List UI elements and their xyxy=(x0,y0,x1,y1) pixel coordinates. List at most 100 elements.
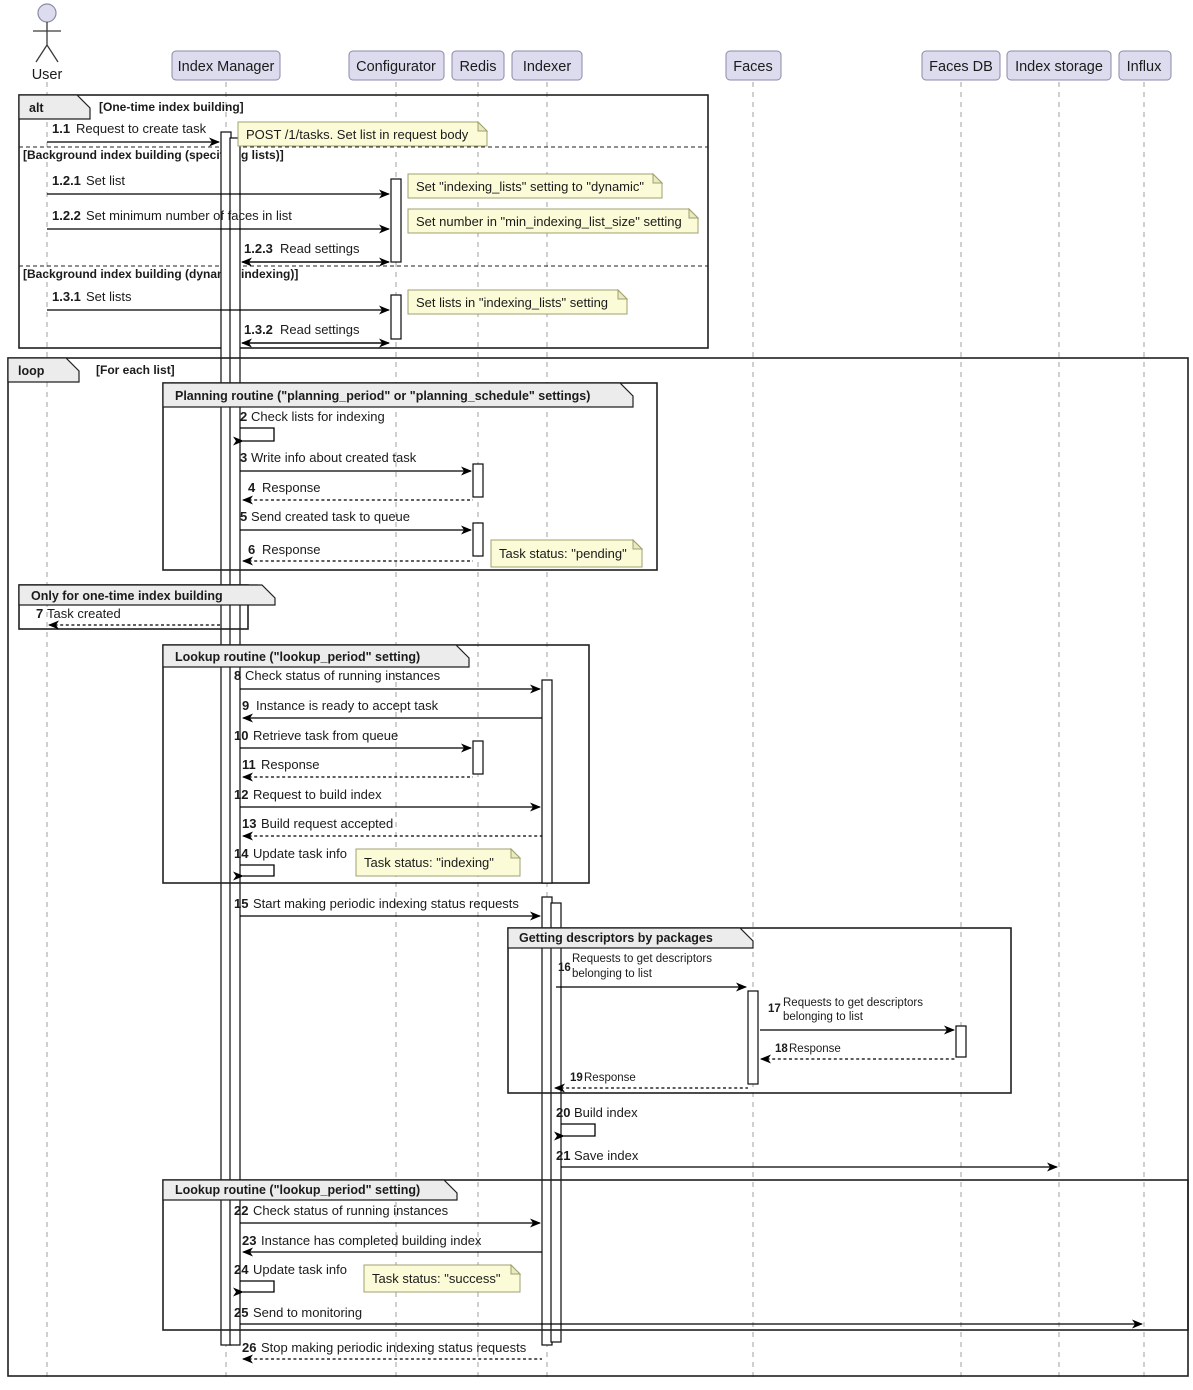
message-label: Requests to get descriptors xyxy=(783,997,923,1009)
activation-bars-indexer xyxy=(541,679,562,1346)
message-21: 21 Save index xyxy=(556,1148,1058,1172)
message-label: Read settings xyxy=(280,241,360,256)
note-text: POST /1/tasks. Set list in request body xyxy=(246,127,469,142)
message-label-line2: belonging to list xyxy=(572,968,653,980)
participant-configurator[interactable]: Configurator xyxy=(348,50,445,81)
note-text: Task status: "pending" xyxy=(499,546,627,561)
participant-faces-db[interactable]: Faces DB xyxy=(921,50,1001,81)
message-18: 18 Response xyxy=(760,1043,956,1064)
note-text: Set number in "min_indexing_list_size" s… xyxy=(416,214,682,229)
participant-influx[interactable]: Influx xyxy=(1118,50,1172,81)
message-number: 15 xyxy=(234,896,248,911)
participant-index-manager[interactable]: Index Manager xyxy=(171,50,281,81)
message-8: 8 Check status of running instances xyxy=(234,668,541,694)
message-15: 15 Start making periodic indexing status… xyxy=(234,896,541,921)
note-1: POST /1/tasks. Set list in request body xyxy=(237,120,489,147)
participant-label: Index storage xyxy=(1015,59,1103,75)
message-number: 1.2.3 xyxy=(244,241,273,256)
message-22: 22 Check status of running instances xyxy=(234,1203,541,1228)
message-number: 20 xyxy=(556,1105,570,1120)
message-1-3-2: 1.3.2 Read settings xyxy=(241,322,390,348)
message-number: 25 xyxy=(234,1305,248,1320)
message-5: 5 Send created task to queue xyxy=(240,509,472,535)
message-number: 24 xyxy=(234,1262,249,1277)
note-6: Task status: "indexing" xyxy=(355,847,522,877)
note-2: Set "indexing_lists" setting to "dynamic… xyxy=(407,172,664,199)
message-20: 20 Build index xyxy=(554,1105,638,1141)
participant-label: Redis xyxy=(459,59,496,75)
sequence-diagram-canvas: User Index Manager Configurator Redis In… xyxy=(0,0,1193,1390)
message-number: 1.1 xyxy=(52,121,70,136)
participant-label: Index Manager xyxy=(178,59,275,75)
message-number: 17 xyxy=(768,1003,781,1015)
note-text: Set lists in "indexing_lists" setting xyxy=(416,295,608,310)
message-1-2-3: 1.2.3 Read settings xyxy=(241,241,390,267)
message-label: Stop making periodic indexing status req… xyxy=(261,1340,527,1355)
message-number: 8 xyxy=(234,668,241,683)
message-label: Set minimum number of faces in list xyxy=(86,208,292,223)
participant-faces[interactable]: Faces xyxy=(725,50,782,81)
note-text: Task status: "indexing" xyxy=(364,855,494,870)
message-number: 13 xyxy=(242,816,256,831)
fragment-label: loop xyxy=(18,364,45,378)
participant-redis[interactable]: Redis xyxy=(451,50,505,81)
participant-indexer[interactable]: Indexer xyxy=(511,50,583,81)
message-number: 23 xyxy=(242,1233,256,1248)
message-number: 10 xyxy=(234,728,248,743)
message-label: Update task info xyxy=(253,846,347,861)
message-label: Instance is ready to accept task xyxy=(256,698,439,713)
message-14: 14 Update task info xyxy=(233,846,347,881)
participant-user[interactable]: User xyxy=(32,3,63,83)
message-number: 4 xyxy=(248,480,256,495)
activation-bars-faces-db xyxy=(955,1025,967,1058)
message-label: Start making periodic indexing status re… xyxy=(253,896,519,911)
message-number: 1.3.2 xyxy=(244,322,273,337)
message-label: Set list xyxy=(86,173,125,188)
message-26: 26 Stop making periodic indexing status … xyxy=(242,1340,542,1364)
message-label: Send to monitoring xyxy=(253,1305,362,1320)
message-label: Write info about created task xyxy=(251,450,417,465)
message-label: Build index xyxy=(574,1105,638,1120)
note-3: Set number in "min_indexing_list_size" s… xyxy=(407,207,700,234)
message-number: 11 xyxy=(242,757,256,772)
message-4: 4 Response xyxy=(242,480,473,505)
message-label: Set lists xyxy=(86,289,132,304)
message-label-line2: belonging to list xyxy=(783,1011,864,1023)
fragment-guard: [One-time index building] xyxy=(99,100,244,114)
participant-index-storage[interactable]: Index storage xyxy=(1006,50,1112,81)
fragment-label: Getting descriptors by packages xyxy=(519,931,713,945)
message-label: Check lists for indexing xyxy=(251,409,385,424)
message-label: Check status of running instances xyxy=(253,1203,449,1218)
message-23: 23 Instance has completed building index xyxy=(242,1233,542,1257)
note-7: Task status: "success" xyxy=(363,1263,522,1293)
message-number: 22 xyxy=(234,1203,248,1218)
message-label: Request to build index xyxy=(253,787,382,802)
message-2: 2 Check lists for indexing xyxy=(233,409,385,446)
message-3: 3 Write info about created task xyxy=(240,450,472,476)
message-9: 9 Instance is ready to accept task xyxy=(242,698,542,723)
message-24: 24 Update task info xyxy=(233,1262,347,1297)
message-17: 17 Requests to get descriptors belonging… xyxy=(760,997,955,1035)
note-4: Set lists in "indexing_lists" setting xyxy=(407,288,629,315)
message-12: 12 Request to build index xyxy=(234,787,541,812)
participant-label: Faces xyxy=(733,59,773,75)
message-label: Retrieve task from queue xyxy=(253,728,398,743)
participant-label: User xyxy=(32,67,63,83)
message-number: 1.2.1 xyxy=(52,173,81,188)
message-6: 6 Response xyxy=(242,542,473,566)
message-1-2-1: 1.2.1 Set list xyxy=(47,173,390,199)
participant-label: Influx xyxy=(1127,59,1162,75)
message-number: 14 xyxy=(234,846,249,861)
message-label: Task created xyxy=(47,606,121,621)
message-label: Request to create task xyxy=(76,121,207,136)
message-label: Requests to get descriptors xyxy=(572,953,712,965)
message-1-2-2: 1.2.2 Set minimum number of faces in lis… xyxy=(47,208,390,234)
message-number: 26 xyxy=(242,1340,256,1355)
participant-label: Indexer xyxy=(523,59,572,75)
message-label: Save index xyxy=(574,1148,639,1163)
fragment-guard: [For each list] xyxy=(96,363,175,377)
fragment-label: Planning routine ("planning_period" or "… xyxy=(175,389,590,403)
message-16: 16 Requests to get descriptors belonging… xyxy=(556,953,747,992)
message-number: 16 xyxy=(558,962,571,974)
message-10: 10 Retrieve task from queue xyxy=(234,728,472,753)
